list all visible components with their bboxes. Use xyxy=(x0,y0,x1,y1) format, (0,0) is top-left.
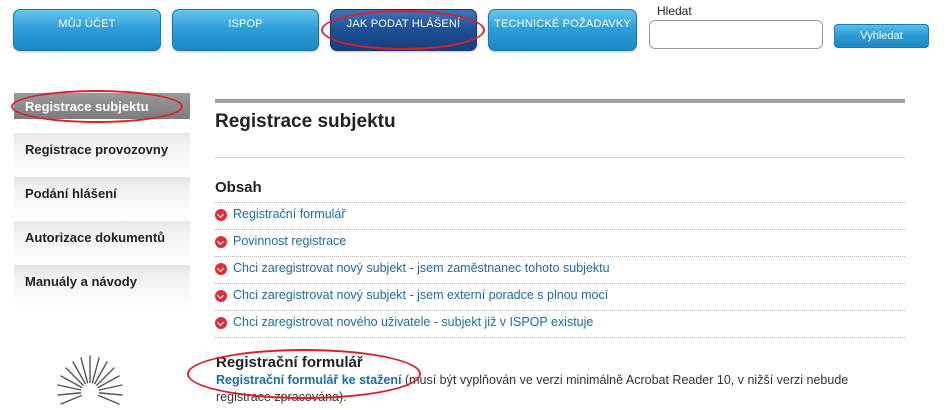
form-description: Registrační formulář ke stažení (musí bý… xyxy=(216,373,848,387)
tab-ispop[interactable]: ISPOP xyxy=(172,9,319,51)
form-note-line2: registrace zpracována). xyxy=(216,390,347,404)
sidebar-item-manualy-a-navody[interactable]: Manuály a návody xyxy=(14,265,190,309)
toc-link[interactable]: Registrační formulář xyxy=(233,207,346,221)
tab-muj-ucet[interactable]: MŮJ ÚČET xyxy=(13,9,161,51)
toc-item-novy-uzivatel[interactable]: Chci zaregistrovat nového uživatele - su… xyxy=(215,311,905,338)
tab-technicke-pozadavky[interactable]: TECHNICKÉ POŽADAVKY xyxy=(488,9,637,51)
sidebar-item-autorizace-dokumentu[interactable]: Autorizace dokumentů xyxy=(14,221,190,265)
form-note: (musí být vyplňován ve verzi minimálně A… xyxy=(401,373,849,387)
chevron-down-circle-icon xyxy=(215,317,227,329)
radial-logo-icon xyxy=(57,355,123,405)
toc-link[interactable]: Chci zaregistrovat nový subjekt - jsem e… xyxy=(233,288,608,302)
search-button[interactable]: Vyhledat xyxy=(834,24,929,48)
search-label: Hledat xyxy=(657,4,692,18)
toc-item-novy-subjekt-zamestnanec[interactable]: Chci zaregistrovat nový subjekt - jsem z… xyxy=(215,257,905,284)
toc-link[interactable]: Chci zaregistrovat nový subjekt - jsem z… xyxy=(233,261,610,275)
chevron-down-circle-icon xyxy=(215,290,227,302)
content-top-rule xyxy=(215,99,905,103)
contents-heading: Obsah xyxy=(215,179,262,196)
search-input[interactable] xyxy=(649,20,823,49)
chevron-down-circle-icon xyxy=(215,263,227,275)
form-section-heading: Registrační formulář xyxy=(216,354,363,371)
title-divider xyxy=(215,157,905,158)
sidebar-item-podani-hlaseni[interactable]: Podání hlášení xyxy=(14,177,190,221)
chevron-down-circle-icon xyxy=(215,209,227,221)
toc-item-novy-subjekt-externi-poradce[interactable]: Chci zaregistrovat nový subjekt - jsem e… xyxy=(215,284,905,311)
toc-item-povinnost-registrace[interactable]: Povinnost registrace xyxy=(215,230,905,257)
toc-link[interactable]: Povinnost registrace xyxy=(233,234,346,248)
chevron-down-circle-icon xyxy=(215,236,227,248)
form-download-link[interactable]: Registrační formulář ke stažení xyxy=(216,373,401,387)
sidebar-item-registrace-provozovny[interactable]: Registrace provozovny xyxy=(14,133,190,177)
page-title: Registrace subjektu xyxy=(215,111,396,132)
toc-link[interactable]: Chci zaregistrovat nového uživatele - su… xyxy=(233,315,593,329)
toc-item-registracni-formular[interactable]: Registrační formulář xyxy=(215,203,905,230)
tab-jak-podat-hlaseni[interactable]: JAK PODAT HLÁŠENÍ xyxy=(330,9,477,51)
sidebar-item-registrace-subjektu[interactable]: Registrace subjektu xyxy=(14,93,190,119)
